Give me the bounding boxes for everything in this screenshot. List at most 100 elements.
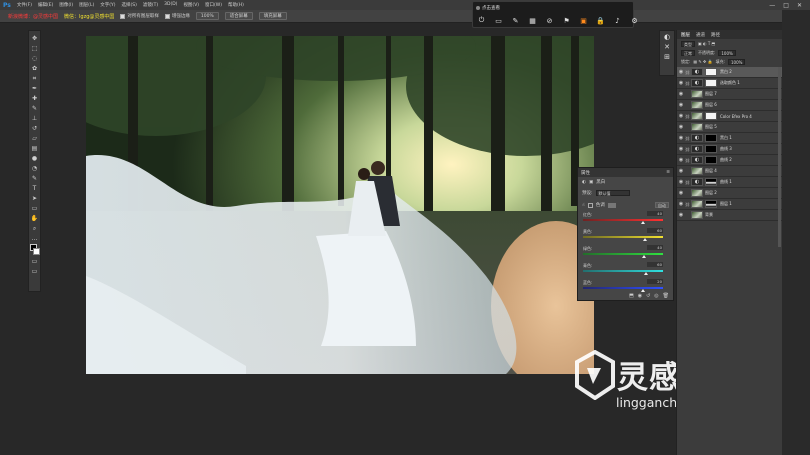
slider-value[interactable]: 60 [647, 228, 663, 233]
slider-thumb[interactable] [643, 272, 648, 275]
properties-tab[interactable]: 属性 [581, 170, 590, 176]
targeted-adjust-icon[interactable]: ☝ [582, 203, 585, 208]
camera-icon[interactable]: ▣ [578, 15, 589, 26]
layer-row[interactable]: ◉ 图层 5 [677, 122, 782, 133]
visibility-eye-icon[interactable]: ◉ [677, 201, 685, 207]
brush-panel-icon[interactable]: ⊞ [664, 53, 670, 61]
slider-value[interactable]: 40 [647, 245, 663, 250]
layer-mask-thumbnail[interactable] [705, 79, 717, 87]
menu-item[interactable]: 3D(D) [164, 2, 177, 8]
adjustments-icon[interactable]: ◐ [664, 33, 670, 41]
visibility-icon[interactable]: ◎ [654, 293, 658, 299]
menu-item[interactable]: 滤镜(T) [143, 2, 158, 8]
minimize-button[interactable]: — [769, 2, 775, 9]
visibility-eye-icon[interactable]: ◉ [677, 146, 685, 152]
kind-filter[interactable]: 类型 [681, 40, 695, 47]
hand-icon[interactable]: ✋ [30, 214, 39, 223]
shape-icon[interactable]: ▭ [30, 204, 39, 213]
layer-row[interactable]: ◉ ⛓ ◐ 选取颜色 1 [677, 78, 782, 89]
layer-row[interactable]: ◉ 图层 2 [677, 188, 782, 199]
lock-icons[interactable]: ▦ ✎ ✥ 🔒 [693, 59, 712, 64]
menu-item[interactable]: 视图(V) [183, 2, 199, 8]
layer-row[interactable]: ◉ ⛓ ◐ 黑白 1 [677, 133, 782, 144]
tools-cross-icon[interactable]: ✕ [664, 43, 670, 51]
visibility-eye-icon[interactable]: ◉ [677, 91, 685, 97]
delete-icon[interactable]: 🗑 [663, 293, 669, 299]
eraser-icon[interactable]: ▱ [30, 134, 39, 143]
layer-mask-thumbnail[interactable] [705, 200, 717, 208]
layer-mask-thumbnail[interactable] [705, 145, 717, 153]
enhance-edge-checkbox[interactable]: 增强边缘 [164, 13, 190, 19]
visibility-eye-icon[interactable]: ◉ [677, 168, 685, 174]
layer-mask-thumbnail[interactable] [705, 112, 717, 120]
dodge-icon[interactable]: ◔ [30, 164, 39, 173]
visibility-eye-icon[interactable]: ◉ [677, 135, 685, 141]
close-button[interactable]: ✕ [797, 2, 802, 9]
blur-icon[interactable]: ● [30, 154, 39, 163]
gift-icon[interactable]: ▦ [527, 15, 538, 26]
menu-item[interactable]: 图像(I) [59, 2, 73, 8]
gradient-icon[interactable]: ▤ [30, 144, 39, 153]
view-previous-icon[interactable]: ◉ [638, 293, 642, 299]
tint-checkbox[interactable] [587, 202, 593, 208]
layer-mask-thumbnail[interactable] [705, 68, 717, 76]
move-icon[interactable]: ✥ [30, 34, 39, 43]
opacity-field[interactable]: 100% [718, 49, 736, 56]
color-swatches[interactable] [29, 244, 40, 256]
power-icon[interactable]: ⏻ [476, 15, 487, 26]
bell-icon[interactable]: ♪ [612, 15, 623, 26]
slider-thumb[interactable] [640, 221, 645, 224]
blend-mode-select[interactable]: 正常 [681, 49, 695, 56]
layer-row[interactable]: ◉ ⛓ ◐ 曲线 2 [677, 155, 782, 166]
menu-item[interactable]: 帮助(H) [228, 2, 244, 8]
layers-scrollbar[interactable] [778, 67, 781, 247]
pen-slash-icon[interactable]: ⊘ [544, 15, 555, 26]
maximize-button[interactable]: □ [783, 2, 789, 9]
preset-select[interactable]: 默认值 [595, 190, 630, 196]
eyedropper-icon[interactable]: ✒ [30, 84, 39, 93]
stamp-icon[interactable]: ⊥ [30, 114, 39, 123]
slider-track[interactable] [583, 236, 663, 238]
fill-field[interactable]: 100% [728, 58, 746, 65]
layer-row[interactable]: ◉ ⛓ 图层 1 [677, 199, 782, 210]
sample-all-checkbox[interactable]: 对所有图层取样 [120, 13, 159, 19]
layer-row[interactable]: ◉ 图层 7 [677, 89, 782, 100]
layer-row[interactable]: ◉ ⛓ ◐ 黑白 2 [677, 67, 782, 78]
color-slider[interactable]: 绿色: 40 [578, 245, 673, 262]
slider-value[interactable]: 60 [647, 262, 663, 267]
visibility-eye-icon[interactable]: ◉ [677, 113, 685, 119]
slider-track[interactable] [583, 253, 663, 255]
slider-track[interactable] [583, 270, 663, 272]
flag-icon[interactable]: ⚑ [561, 15, 572, 26]
history-brush-icon[interactable]: ↺ [30, 124, 39, 133]
tint-color-swatch[interactable] [607, 202, 616, 208]
slider-thumb[interactable] [643, 238, 647, 241]
menu-item[interactable]: 选择(S) [121, 2, 136, 8]
layers-tab[interactable]: 通道 [696, 32, 705, 38]
layer-mask-thumbnail[interactable] [705, 156, 717, 164]
gear-icon[interactable]: ⚙ [629, 15, 640, 26]
quickmask-icon[interactable]: ▭ [30, 257, 39, 266]
lock-icon[interactable]: 🔒 [595, 15, 606, 26]
zoom-field[interactable]: 100% [195, 12, 219, 20]
layer-row[interactable]: ◉ 图层 4 [677, 166, 782, 177]
zoom-icon[interactable]: ⌕ [30, 224, 39, 233]
fill-screen-button[interactable]: 填充屏幕 [258, 12, 287, 20]
slider-value[interactable]: 40 [647, 211, 663, 216]
brush-icon[interactable]: ✎ [30, 104, 39, 113]
layer-mask-thumbnail[interactable] [705, 134, 717, 142]
color-slider[interactable]: 黄色: 60 [578, 228, 673, 245]
color-slider[interactable]: 红色: 40 [578, 211, 673, 228]
lasso-icon[interactable]: ◌ [30, 54, 39, 63]
visibility-eye-icon[interactable]: ◉ [677, 80, 685, 86]
slider-track[interactable] [583, 287, 663, 289]
more-icon[interactable]: … [30, 234, 39, 243]
visibility-eye-icon[interactable]: ◉ [677, 190, 685, 196]
reset-icon[interactable]: ↺ [646, 293, 650, 299]
color-slider[interactable]: 青色: 60 [578, 262, 673, 279]
auto-button[interactable]: 自动 [655, 202, 669, 208]
layer-row[interactable]: ◉ 背景 [677, 210, 782, 221]
menu-item[interactable]: 编辑(E) [38, 2, 53, 8]
clip-layer-icon[interactable]: ⬒ [629, 293, 634, 299]
layers-tab[interactable]: 图层 [681, 32, 690, 38]
